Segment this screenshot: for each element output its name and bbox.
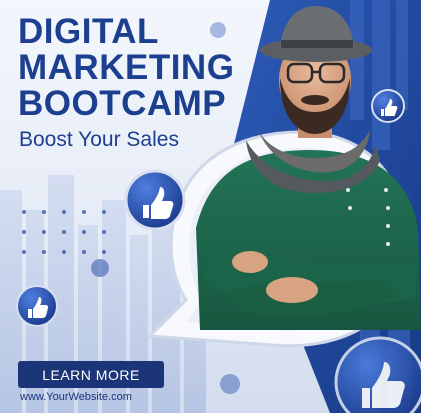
decorative-orb [210, 22, 226, 38]
hat [260, 6, 372, 62]
thumbs-up-icon [371, 89, 405, 123]
learn-more-button[interactable]: LEARN MORE [18, 361, 164, 388]
thumbs-up-icon [16, 285, 58, 327]
decorative-orb [220, 374, 240, 394]
decorative-orb [91, 259, 109, 277]
hero-illustration [16, 6, 421, 413]
ad-banner: DIGITAL MARKETING BOOTCAMP Boost Your Sa… [0, 0, 421, 413]
thumbs-up-icon [124, 169, 186, 231]
thumbs-up-icon [334, 336, 421, 413]
website-url[interactable]: www.YourWebsite.com [20, 391, 132, 403]
